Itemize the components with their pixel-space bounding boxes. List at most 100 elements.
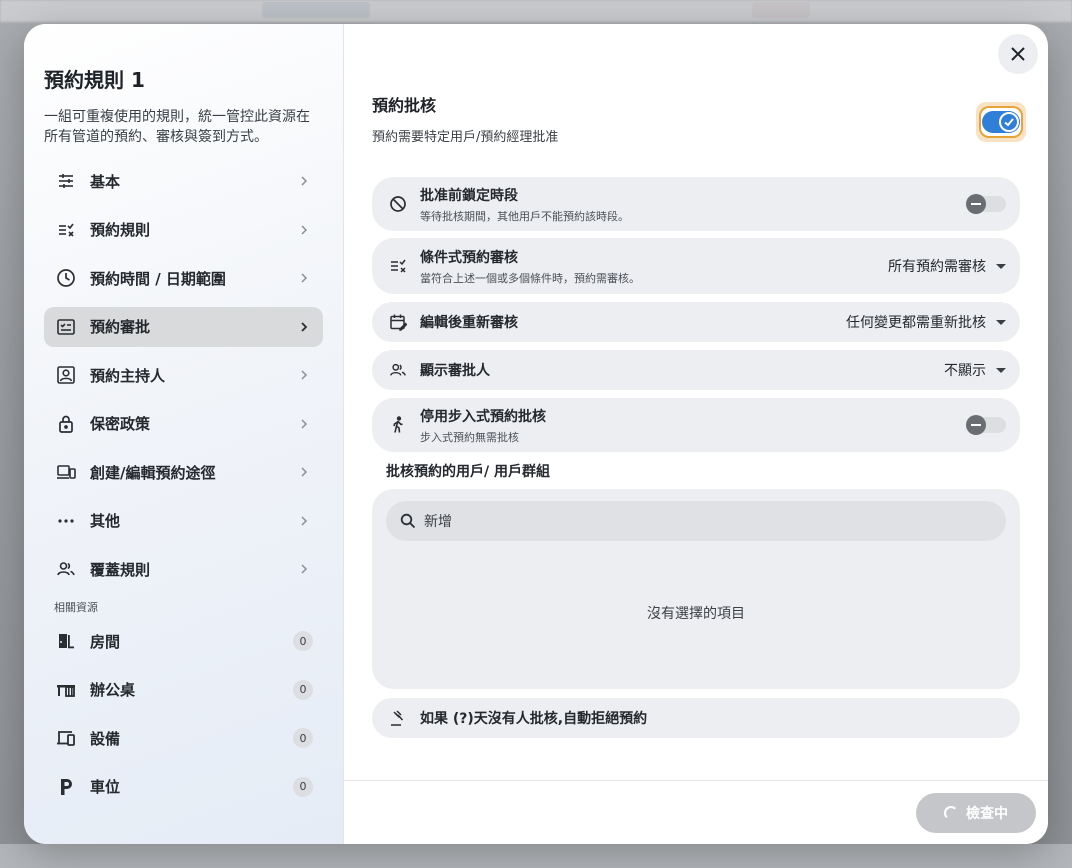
booking-rule-modal: 預約規則 1 一組可重複使用的規則，統一管控此資源在所有管道的預約、審核與簽到方… bbox=[24, 24, 1048, 844]
sidebar-item-privacy-policy[interactable]: 保密政策 bbox=[44, 404, 323, 444]
resource-rooms[interactable]: 房間 0 bbox=[44, 621, 323, 661]
caret-down-icon bbox=[996, 263, 1006, 269]
chevron-right-icon bbox=[297, 417, 311, 431]
devices-icon bbox=[56, 462, 76, 482]
people-icon bbox=[388, 360, 408, 380]
checking-button[interactable]: 檢查中 bbox=[916, 793, 1036, 833]
more-dots-icon bbox=[56, 511, 76, 531]
sidebar-item-booking-time[interactable]: 預約時間 / 日期範圍 bbox=[44, 258, 323, 298]
resource-label: 車位 bbox=[90, 778, 121, 796]
chevron-right-icon bbox=[297, 320, 311, 334]
select-value: 不顯示 bbox=[944, 363, 986, 379]
row-auto-reject[interactable]: 如果 (?)天沒有人批核,自動拒絕預約 bbox=[372, 698, 1020, 738]
row-description: 當符合上述一個或多個條件時，預約需審核。 bbox=[420, 271, 640, 285]
related-resources-label: 相關資源 bbox=[54, 601, 98, 614]
rules-list-icon bbox=[56, 220, 76, 240]
row-text: 編輯後重新審核 bbox=[420, 312, 846, 332]
row-title: 批准前鎖定時段 bbox=[420, 187, 518, 204]
sidebar-item-label: 預約規則 bbox=[90, 221, 151, 239]
approval-settings-panel: 預約批核 預約需要特定用戶/預約經理批准 批准前鎖定時段 等待批核期間，其他用戶… bbox=[344, 24, 1048, 844]
row-title: 如果 (?)天沒有人批核,自動拒絕預約 bbox=[420, 711, 648, 727]
resource-equipment[interactable]: 設備 0 bbox=[44, 718, 323, 758]
checking-label: 檢查中 bbox=[966, 806, 1008, 822]
row-text: 條件式預約審核 當符合上述一個或多個條件時，預約需審核。 bbox=[420, 247, 888, 286]
chevron-right-icon bbox=[297, 174, 311, 188]
sidebar-item-label: 其他 bbox=[90, 512, 121, 530]
sidebar-item-label: 基本 bbox=[90, 172, 121, 191]
empty-state-text: 沒有選擇的項目 bbox=[647, 606, 745, 622]
minus-icon bbox=[966, 194, 986, 214]
block-icon bbox=[388, 194, 408, 214]
backdrop-chip bbox=[262, 2, 370, 18]
select-value: 任何變更都需重新批核 bbox=[846, 315, 986, 331]
door-icon bbox=[56, 631, 76, 651]
resource-count-badge: 0 bbox=[293, 631, 313, 651]
chevron-right-icon bbox=[297, 368, 311, 382]
sidebar-item-booking-approval[interactable]: 預約審批 bbox=[44, 306, 323, 347]
backdrop-bottom bbox=[0, 844, 1072, 868]
modal-description: 一組可重複使用的規則，統一管控此資源在所有管道的預約、審核與簽到方式。 bbox=[44, 109, 310, 145]
close-button[interactable] bbox=[998, 34, 1038, 74]
sidebar-item-label: 預約審批 bbox=[90, 318, 151, 336]
caret-down-icon bbox=[996, 319, 1006, 325]
equipment-icon bbox=[56, 728, 76, 748]
resource-count-badge: 0 bbox=[293, 776, 313, 797]
row-reapprove-after-edit: 編輯後重新審核 任何變更都需重新批核 bbox=[372, 302, 1020, 342]
gavel-icon bbox=[388, 708, 408, 728]
lock-slot-toggle[interactable] bbox=[966, 194, 1006, 214]
row-text: 停用步入式預約批核 步入式預約無需批核 bbox=[420, 406, 968, 445]
chevron-right-icon bbox=[297, 223, 311, 237]
row-conditional-approval: 條件式預約審核 當符合上述一個或多個條件時，預約需審核。 所有預約需審核 bbox=[372, 238, 1020, 294]
sidebar-item-label: 預約時間 / 日期範圍 bbox=[90, 269, 226, 288]
conditional-approval-select[interactable]: 所有預約需審核 bbox=[888, 256, 1006, 276]
reapprove-select[interactable]: 任何變更都需重新批核 bbox=[846, 312, 1006, 332]
resource-label: 房間 bbox=[90, 632, 121, 651]
row-lock-slot: 批准前鎖定時段 等待批核期間，其他用戶不能預約該時段。 bbox=[372, 177, 1020, 231]
spinner-icon bbox=[944, 806, 958, 820]
sidebar-item-basic[interactable]: 基本 bbox=[44, 161, 323, 201]
sidebar-item-booking-host[interactable]: 預約主持人 bbox=[44, 355, 323, 395]
resource-label: 辦公桌 bbox=[90, 681, 136, 699]
select-value: 所有預約需審核 bbox=[888, 259, 986, 275]
modal-title: 預約規則 1 bbox=[44, 68, 145, 92]
approval-toggle-focus bbox=[976, 102, 1026, 142]
chevron-right-icon bbox=[297, 514, 311, 528]
host-badge-icon bbox=[56, 365, 76, 385]
section-title: 預約批核 bbox=[372, 96, 437, 115]
clock-icon bbox=[56, 268, 76, 288]
search-placeholder: 新增 bbox=[424, 514, 452, 530]
walkin-toggle[interactable] bbox=[966, 415, 1006, 435]
approver-search-input[interactable]: 新增 bbox=[386, 501, 1006, 541]
row-description: 步入式預約無需批核 bbox=[420, 430, 519, 444]
approvers-label: 批核預約的用戶/ 用戶群組 bbox=[386, 464, 550, 480]
modal-sidebar: 預約規則 1 一組可重複使用的規則，統一管控此資源在所有管道的預約、審核與簽到方… bbox=[24, 24, 344, 844]
chevron-right-icon bbox=[297, 271, 311, 285]
row-title: 編輯後重新審核 bbox=[420, 315, 518, 331]
resource-desks[interactable]: 辦公桌 0 bbox=[44, 670, 323, 710]
approval-toggle[interactable] bbox=[979, 106, 1023, 138]
sidebar-nav: 基本 預約規則 預約時間 / 日期範圍 預約審批 預約主持人 保密政策 創建/編… bbox=[44, 161, 323, 589]
lock-icon bbox=[56, 414, 76, 434]
check-icon bbox=[999, 112, 1019, 132]
sidebar-item-label: 預約主持人 bbox=[90, 366, 166, 385]
minus-icon bbox=[966, 415, 986, 435]
resource-parking[interactable]: 車位 0 bbox=[44, 767, 323, 807]
row-text: 如果 (?)天沒有人批核,自動拒絕預約 bbox=[420, 708, 1006, 728]
sidebar-item-label: 創建/編輯預約途徑 bbox=[90, 463, 216, 482]
sidebar-item-booking-channels[interactable]: 創建/編輯預約途徑 bbox=[44, 452, 323, 492]
row-title: 條件式預約審核 bbox=[420, 249, 518, 266]
approvers-picker: 新增 沒有選擇的項目 bbox=[372, 489, 1020, 689]
sidebar-item-label: 覆蓋規則 bbox=[90, 560, 151, 579]
toggle-track bbox=[982, 111, 1020, 133]
show-approver-select[interactable]: 不顯示 bbox=[944, 360, 1006, 380]
sidebar-item-override-rules[interactable]: 覆蓋規則 bbox=[44, 549, 323, 589]
desk-icon bbox=[56, 680, 76, 700]
backdrop-chip bbox=[752, 2, 810, 18]
row-text: 顯示審批人 bbox=[420, 360, 944, 380]
sidebar-item-label: 保密政策 bbox=[90, 415, 151, 433]
calendar-edit-icon bbox=[388, 312, 408, 332]
sidebar-item-others[interactable]: 其他 bbox=[44, 501, 323, 541]
caret-down-icon bbox=[996, 367, 1006, 373]
sidebar-item-booking-rules[interactable]: 預約規則 bbox=[44, 210, 323, 250]
chevron-right-icon bbox=[297, 465, 311, 479]
